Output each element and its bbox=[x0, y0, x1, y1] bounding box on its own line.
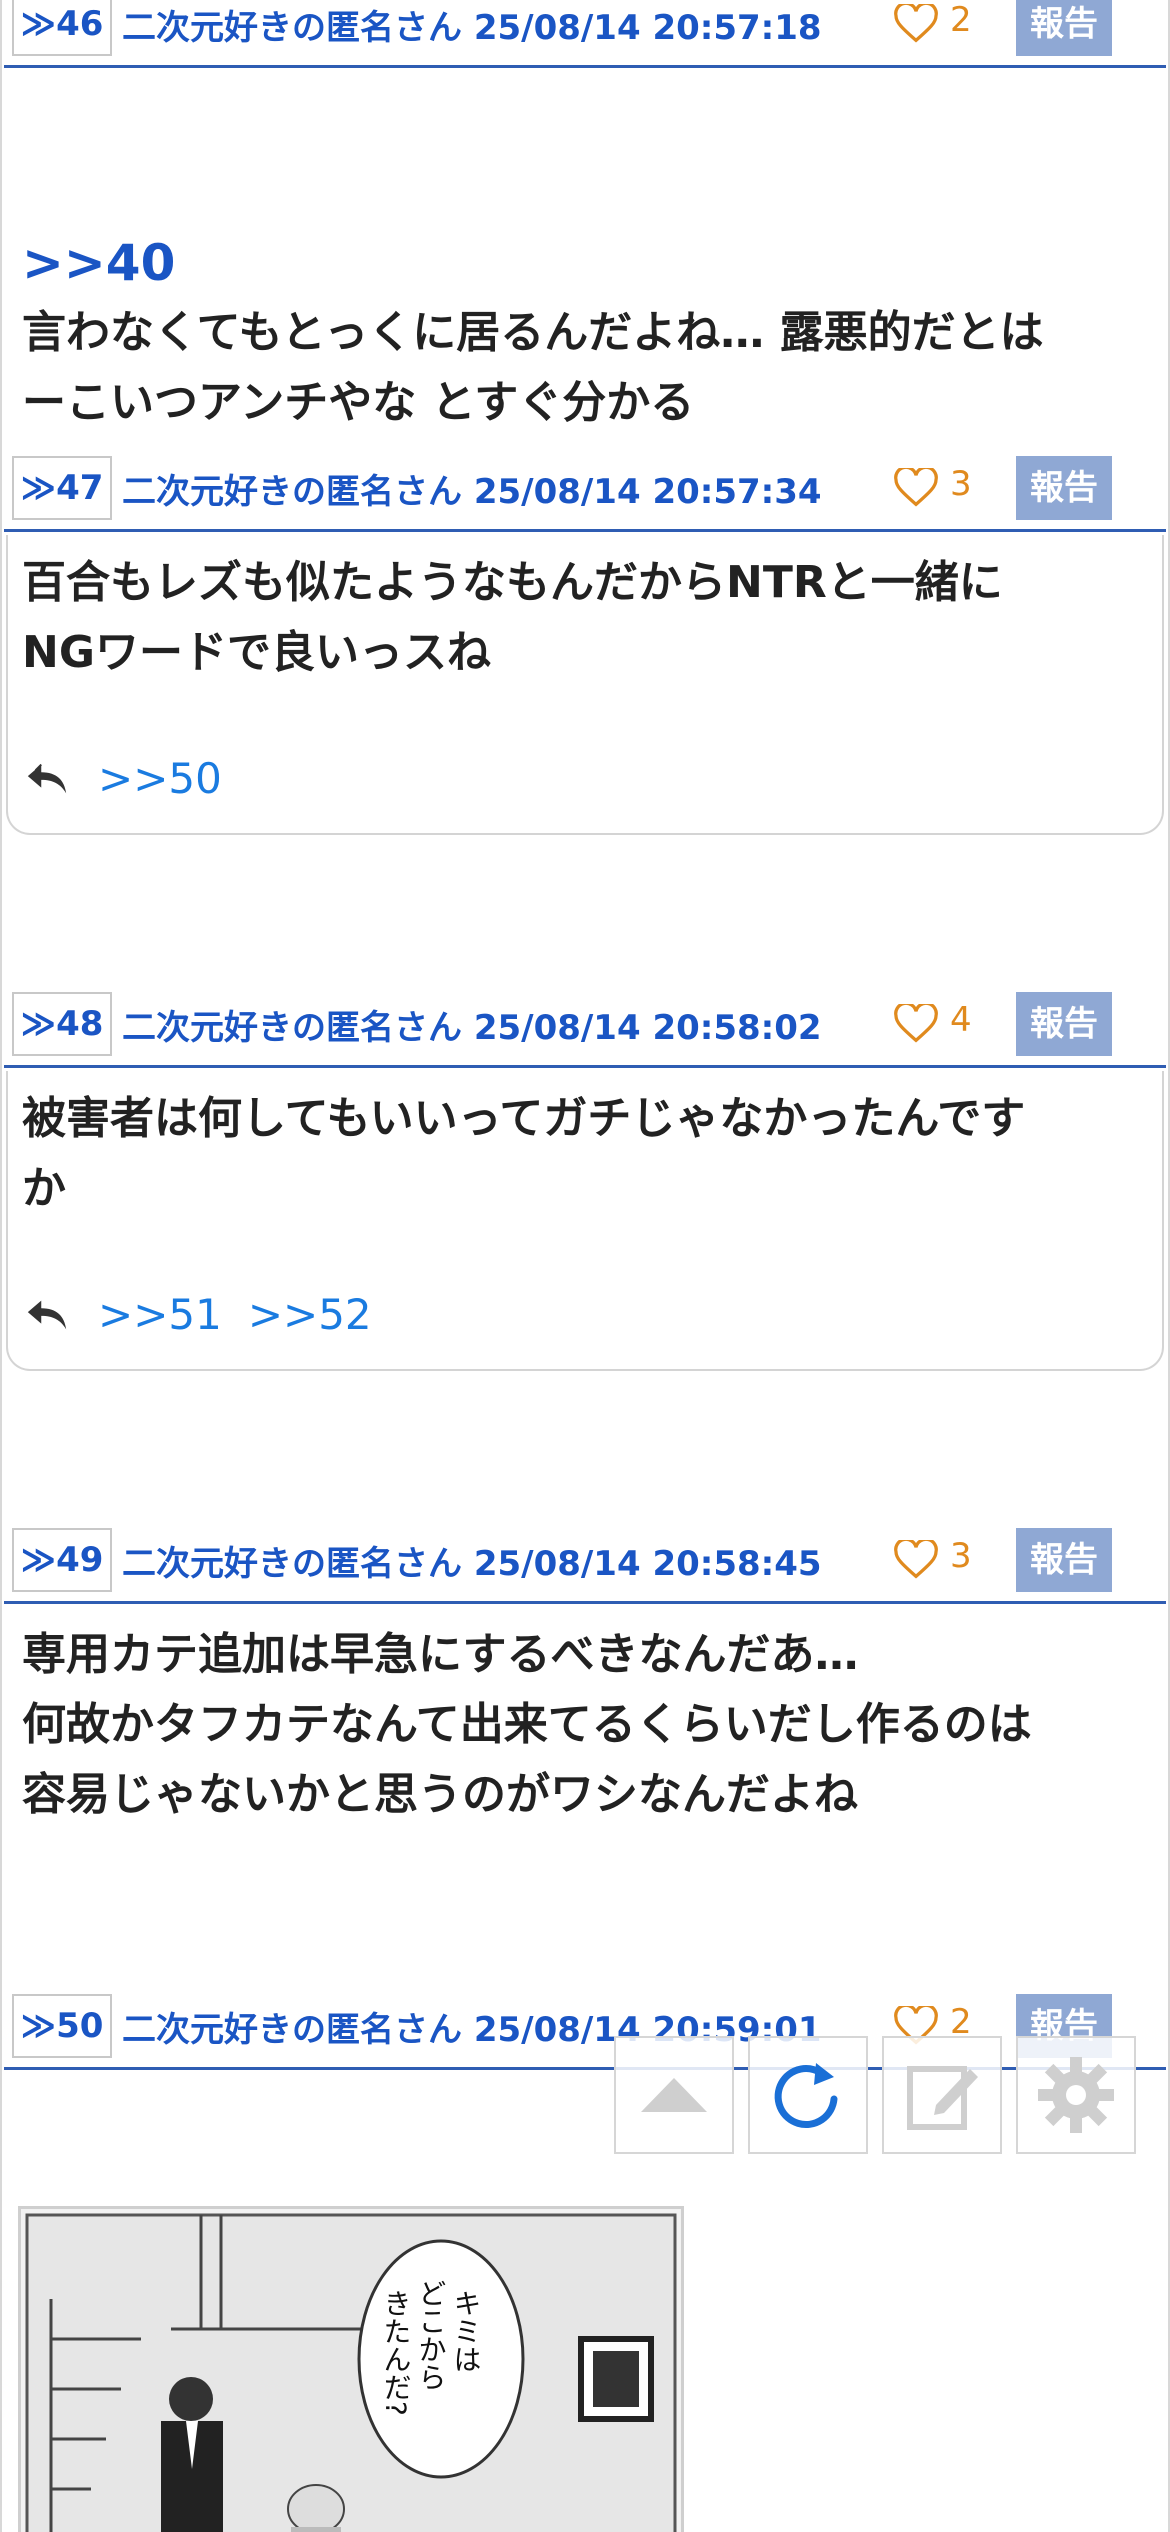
speech-bubble-text: どこから bbox=[415, 2279, 448, 2391]
post-48: ≫48 二次元好きの匿名さん 25/08/14 20:58:02 4 報告 被害… bbox=[4, 988, 1166, 1388]
heart-icon[interactable] bbox=[894, 468, 938, 508]
replies-row: >>51 >>52 bbox=[24, 1284, 398, 1344]
heart-icon[interactable] bbox=[894, 1540, 938, 1580]
like-count: 4 bbox=[950, 1000, 972, 1040]
reply-anchor-link[interactable]: >>40 bbox=[22, 228, 1148, 298]
post-number[interactable]: ≫47 bbox=[12, 456, 112, 520]
post-header: ≫49 二次元好きの匿名さん 25/08/14 20:58:45 3 報告 bbox=[4, 1524, 1166, 1604]
reply-icon bbox=[27, 1300, 67, 1330]
post-image[interactable]: キミは どこから きたんだ? bbox=[18, 2206, 684, 2532]
like-count: 2 bbox=[950, 0, 972, 40]
post-body: >>40 言わなくてもとっくに居るんだよね… 露悪的だとは ーこいつアンチやな と… bbox=[22, 88, 1148, 508]
like-count: 3 bbox=[950, 1536, 972, 1576]
refresh-icon bbox=[774, 2063, 838, 2128]
report-button[interactable]: 報告 bbox=[1016, 992, 1112, 1056]
post-header: ≫46 二次元好きの匿名さん 25/08/14 20:57:18 2 報告 bbox=[4, 0, 1166, 68]
report-button[interactable]: 報告 bbox=[1016, 0, 1112, 56]
heart-icon[interactable] bbox=[894, 1004, 938, 1044]
post-author-date: 二次元好きの匿名さん 25/08/14 20:58:02 bbox=[122, 1008, 822, 1048]
speech-bubble-text: キミは bbox=[450, 2289, 483, 2373]
reply-link[interactable]: >>52 bbox=[248, 1290, 372, 1339]
reply-link[interactable]: >>50 bbox=[98, 754, 222, 803]
post-text: 言わなくてもとっくに居るんだよね… 露悪的だとは ーこいつアンチやな とすぐ分か… bbox=[22, 307, 1044, 428]
settings-button[interactable] bbox=[1016, 2036, 1136, 2154]
reply-icon bbox=[27, 763, 67, 794]
scroll-up-icon bbox=[641, 2078, 707, 2112]
thread-container: ≫46 二次元好きの匿名さん 25/08/14 20:57:18 2 報告 >>… bbox=[0, 0, 1170, 2532]
compose-icon bbox=[907, 2066, 978, 2130]
floating-toolbar bbox=[614, 2036, 1150, 2154]
report-button[interactable]: 報告 bbox=[1016, 456, 1112, 520]
post-number[interactable]: ≫46 bbox=[12, 0, 112, 56]
like-count: 3 bbox=[950, 464, 972, 504]
post-header: ≫48 二次元好きの匿名さん 25/08/14 20:58:02 4 報告 bbox=[4, 988, 1166, 1068]
post-author-date: 二次元好きの匿名さん 25/08/14 20:57:34 bbox=[122, 472, 822, 512]
replies-row: >>50 bbox=[24, 748, 248, 808]
post-author-date: 二次元好きの匿名さん 25/08/14 20:58:45 bbox=[122, 1544, 822, 1584]
manga-panel-illustration: キミは どこから きたんだ? bbox=[21, 2209, 681, 2532]
scroll-up-button[interactable] bbox=[614, 2036, 734, 2154]
post-number[interactable]: ≫49 bbox=[12, 1528, 112, 1592]
reply-link[interactable]: >>51 bbox=[98, 1290, 222, 1339]
compose-button[interactable] bbox=[882, 2036, 1002, 2154]
post-46: ≫46 二次元好きの匿名さん 25/08/14 20:57:18 2 報告 >>… bbox=[4, 0, 1166, 428]
settings-icon bbox=[1038, 2057, 1114, 2133]
report-button[interactable]: 報告 bbox=[1016, 1528, 1112, 1592]
speech-bubble-text: きたんだ? bbox=[380, 2289, 413, 2416]
post-text: 専用カテ追加は早急にするべきなんだあ… 何故かタフカテなんて出来てるくらいだし作… bbox=[22, 1629, 1032, 1820]
post-header: ≫47 二次元好きの匿名さん 25/08/14 20:57:34 3 報告 bbox=[4, 452, 1166, 532]
post-author-date: 二次元好きの匿名さん 25/08/14 20:57:18 bbox=[122, 8, 822, 48]
post-number[interactable]: ≫50 bbox=[12, 1994, 112, 2058]
post-number[interactable]: ≫48 bbox=[12, 992, 112, 1056]
refresh-button[interactable] bbox=[748, 2036, 868, 2154]
post-49: ≫49 二次元好きの匿名さん 25/08/14 20:58:45 3 報告 専用… bbox=[4, 1524, 1166, 1924]
heart-icon[interactable] bbox=[894, 4, 938, 44]
post-47: ≫47 二次元好きの匿名さん 25/08/14 20:57:34 3 報告 百合… bbox=[4, 452, 1166, 852]
